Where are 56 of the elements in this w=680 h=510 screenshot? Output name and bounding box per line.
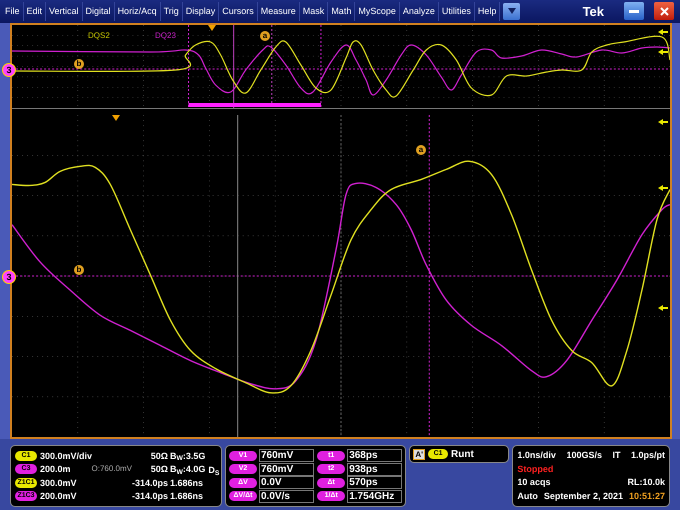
channel-scale: 300.0mV/div: [40, 450, 90, 462]
trigger-mode: Auto: [517, 490, 538, 502]
cursor-value: 938ps: [347, 462, 402, 476]
menu-item[interactable]: Measure: [258, 2, 300, 21]
time-text: 10:51:27: [628, 490, 665, 502]
cursor-value: 1.754GHz: [347, 490, 402, 503]
menu-item[interactable]: Utilities: [438, 2, 475, 21]
run-status: Stopped: [517, 462, 554, 476]
record-length: RL:10.0k: [627, 476, 665, 489]
cursor-value: 0.0V/s: [259, 490, 314, 503]
channel-setting: 50Ω: [150, 450, 168, 462]
menu-item[interactable]: Cursors: [219, 2, 258, 21]
channel-scale: 300.0mV: [40, 476, 78, 489]
ds-indicator: D$_{S}$: [208, 465, 220, 475]
sample-rate: 100GS/s: [566, 449, 602, 462]
channel-label: DQ23: [155, 30, 176, 42]
menu-item[interactable]: Math: [328, 2, 356, 21]
menu-item[interactable]: Vertical: [46, 2, 83, 21]
trigger-mode-label: A': [413, 448, 426, 460]
cursor-value: 760mV: [259, 462, 314, 476]
channel-scale: 200.0m: [40, 463, 72, 476]
menu-item[interactable]: Analyze: [400, 2, 439, 21]
channel-setting: -314.0ps: [132, 490, 168, 502]
menu-item[interactable]: Help: [474, 2, 500, 21]
brand-logo: Tek: [582, 2, 604, 21]
cursor-value: 368ps: [347, 449, 402, 462]
cursor-marker: a: [416, 144, 426, 155]
channel-scale: 200.0mV: [40, 490, 78, 502]
horizontal-scale: 1.0ns/div: [517, 449, 556, 462]
cursor-value: 570ps: [347, 476, 402, 490]
channel-label: DQS2: [88, 30, 110, 42]
cursor-marker: b: [74, 58, 84, 69]
menu-item[interactable]: Horiz/Acq: [114, 2, 161, 21]
channel-setting: 50Ω: [150, 463, 168, 476]
channel-setting: -314.0ps: [132, 476, 168, 489]
menu-item[interactable]: Edit: [24, 2, 46, 21]
menu-item[interactable]: Digital: [82, 2, 115, 21]
cursor-value: 0.0V: [259, 476, 314, 490]
channel-setting: B$_{W}$:4.0G: [170, 463, 206, 476]
channel-setting: 1.686ns: [170, 490, 204, 502]
menu-item[interactable]: MyScope: [355, 2, 400, 21]
menu-item[interactable]: Display: [182, 2, 220, 21]
menu-item[interactable]: Mask: [300, 2, 328, 21]
channel-setting: 1.686ns: [170, 476, 204, 489]
acquisition-count: 10 acqs: [517, 476, 550, 489]
cursor-marker: b: [74, 264, 84, 275]
cursor-value: 760mV: [259, 449, 314, 462]
channel-setting: B$_{W}$:3.5G: [170, 450, 206, 462]
date-text: September 2, 2021: [544, 490, 623, 503]
acquisition-mode: IT: [612, 449, 620, 462]
resolution: 1.0ps/pt: [630, 449, 665, 462]
menu-item[interactable]: File: [2, 2, 24, 21]
channel-offset: O:760.0mV: [92, 463, 132, 476]
menu-item[interactable]: Trig: [160, 2, 183, 21]
cursor-marker: a: [260, 30, 270, 41]
trigger-type: Runt: [451, 448, 474, 462]
